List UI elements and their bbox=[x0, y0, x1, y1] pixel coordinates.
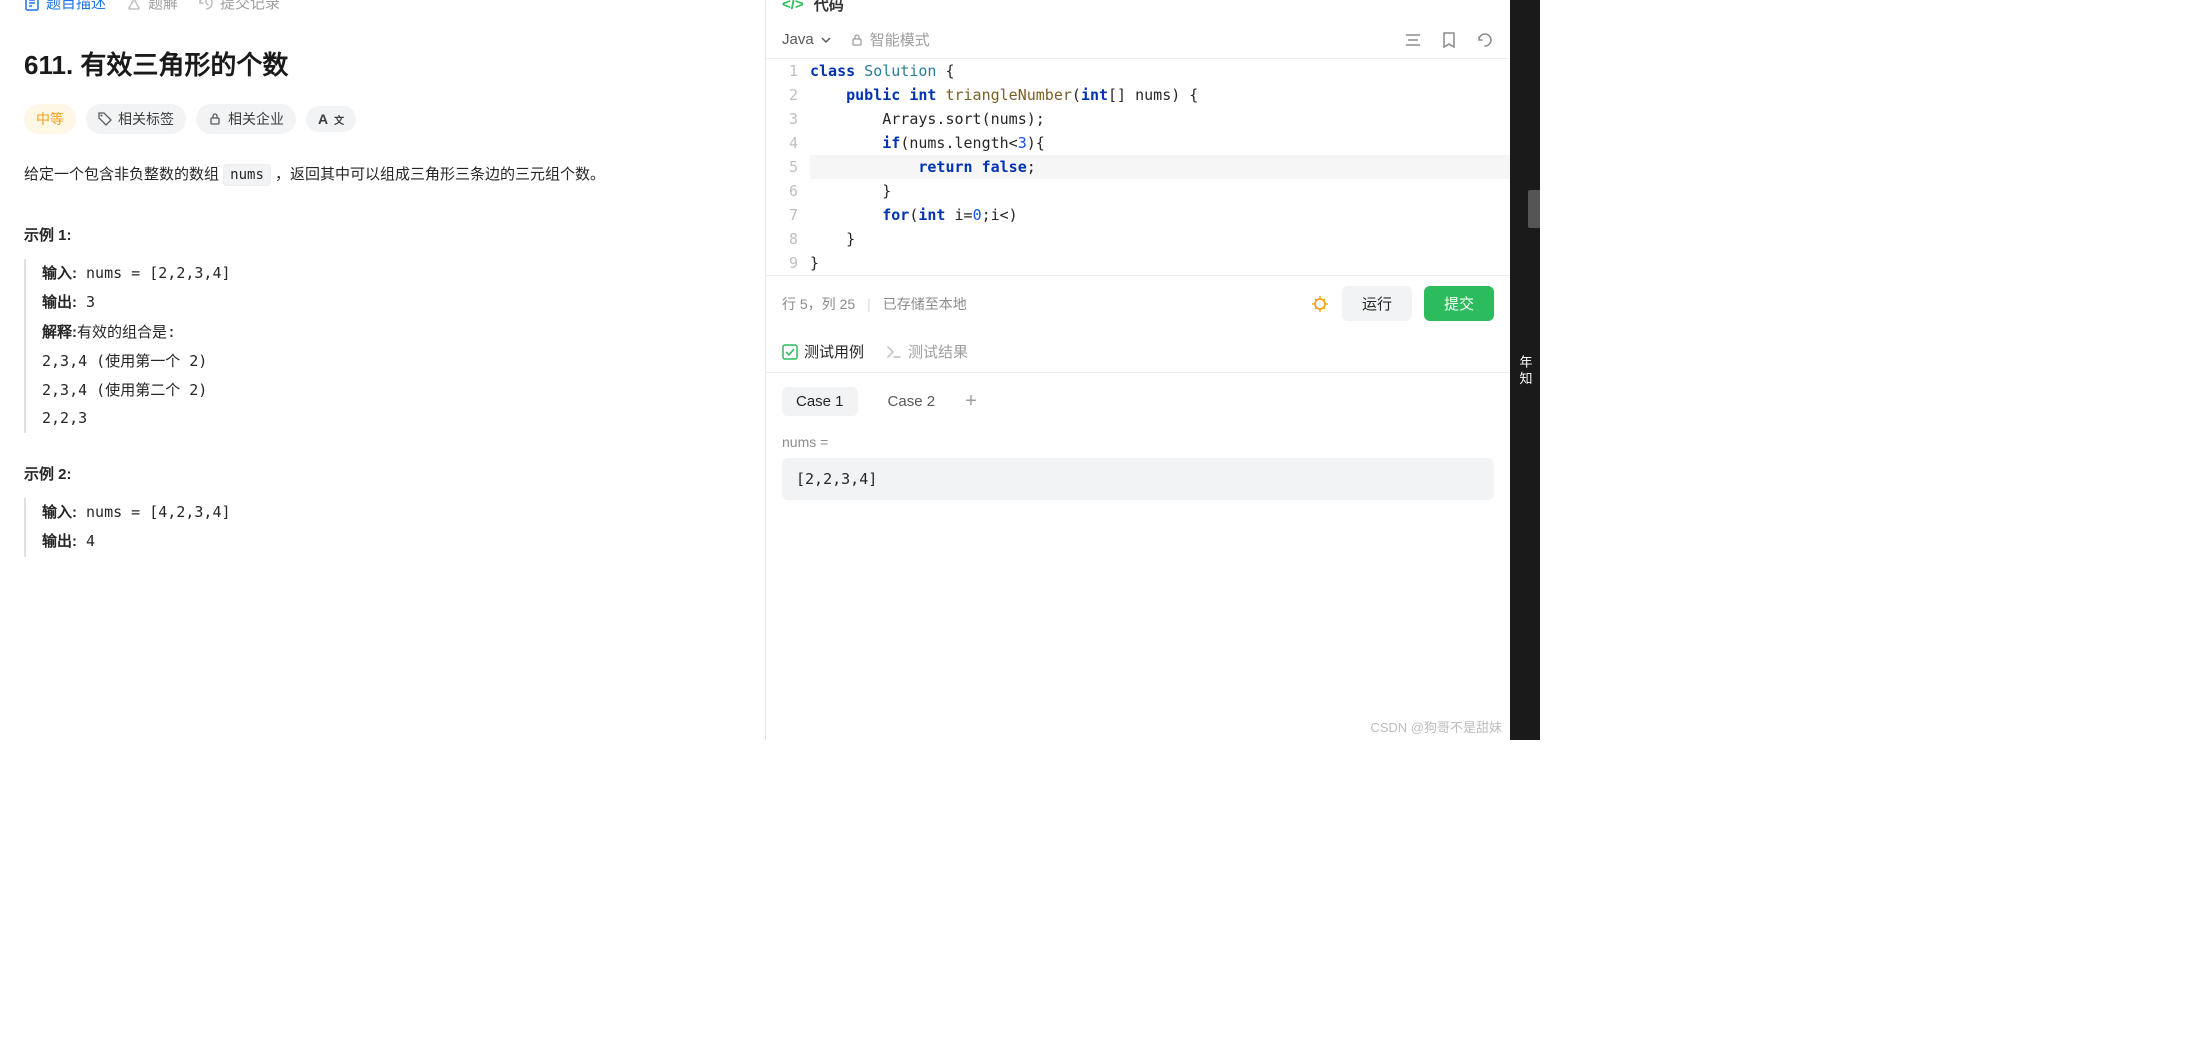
language-label: Java bbox=[782, 31, 814, 48]
debug-icon[interactable] bbox=[1310, 294, 1330, 314]
cursor-position: 行 5，列 25 bbox=[782, 294, 855, 314]
code-editor[interactable]: 123456789 class Solution { public int tr… bbox=[766, 59, 1510, 275]
code-toolbar: Java 智能模式 bbox=[766, 21, 1510, 59]
tags-chip[interactable]: 相关标签 bbox=[86, 104, 186, 134]
watermark: CSDN @狗哥不是甜妹 bbox=[1370, 717, 1502, 736]
code-header-label: 代码 bbox=[814, 0, 844, 15]
case-input-label: nums = bbox=[782, 434, 1494, 450]
scroll-indicator[interactable] bbox=[1528, 190, 1540, 228]
tab-submissions[interactable]: 提交记录 bbox=[198, 0, 280, 13]
problem-chips: 中等 相关标签 相关企业 A文 bbox=[24, 104, 741, 134]
code-header: </> 代码 bbox=[766, 0, 1510, 21]
tab-solution[interactable]: 题解 bbox=[126, 0, 178, 13]
companies-chip[interactable]: 相关企业 bbox=[196, 104, 296, 134]
font-size-chip[interactable]: A文 bbox=[306, 106, 356, 132]
tag-icon bbox=[98, 112, 112, 126]
difficulty-chip[interactable]: 中等 bbox=[24, 104, 76, 134]
font-icon-large: A bbox=[318, 111, 328, 127]
bookmark-icon[interactable] bbox=[1440, 31, 1458, 49]
submit-button[interactable]: 提交 bbox=[1424, 286, 1494, 321]
sidebar-right: 年 知 bbox=[1510, 0, 1540, 740]
problem-panel: 题目描述 题解 提交记录 611. 有效三角形的个数 中等 bbox=[0, 0, 765, 740]
code-panel: </> 代码 Java 智能模式 bbox=[765, 0, 1510, 740]
example-1-title: 示例 1: bbox=[24, 224, 741, 245]
example-2-block: 输入: nums = [4,2,3,4] 输出: 4 bbox=[24, 498, 741, 557]
example-2-title: 示例 2: bbox=[24, 463, 741, 484]
tab-submissions-label: 提交记录 bbox=[220, 0, 280, 13]
language-select[interactable]: Java bbox=[782, 31, 832, 48]
tab-description[interactable]: 题目描述 bbox=[24, 0, 106, 13]
description-icon bbox=[24, 0, 40, 11]
status-bar: 行 5，列 25 | 已存储至本地 运行 提交 bbox=[766, 275, 1510, 331]
chevron-down-icon bbox=[820, 34, 832, 46]
case-tab-1[interactable]: Case 1 bbox=[782, 387, 858, 416]
test-cases-label: 测试用例 bbox=[804, 341, 864, 362]
tab-solution-label: 题解 bbox=[148, 0, 178, 13]
code-icon: </> bbox=[782, 0, 804, 13]
case-tab-2[interactable]: Case 2 bbox=[874, 387, 950, 416]
gutter: 123456789 bbox=[766, 59, 810, 275]
add-case-button[interactable]: + bbox=[965, 390, 977, 413]
test-results-label: 测试结果 bbox=[908, 341, 968, 362]
left-tabs: 题目描述 题解 提交记录 bbox=[24, 0, 741, 21]
tab-test-cases[interactable]: 测试用例 bbox=[782, 341, 864, 362]
flask-icon bbox=[126, 0, 142, 11]
smart-mode-label: 智能模式 bbox=[870, 29, 930, 50]
case-input-value[interactable]: [2,2,3,4] bbox=[782, 458, 1494, 500]
terminal-icon bbox=[886, 344, 902, 360]
lock-icon bbox=[850, 33, 864, 47]
tab-description-label: 题目描述 bbox=[46, 0, 106, 13]
code-lines[interactable]: class Solution { public int triangleNumb… bbox=[810, 59, 1510, 275]
problem-description: 给定一个包含非负整数的数组 nums ，返回其中可以组成三角形三条边的三元组个数… bbox=[24, 162, 741, 188]
history-icon bbox=[198, 0, 214, 11]
run-button[interactable]: 运行 bbox=[1342, 286, 1412, 321]
difficulty-label: 中等 bbox=[36, 109, 64, 129]
problem-title: 611. 有效三角形的个数 bbox=[24, 45, 741, 82]
tags-label: 相关标签 bbox=[118, 109, 174, 129]
tab-test-results[interactable]: 测试结果 bbox=[886, 341, 968, 362]
format-icon[interactable] bbox=[1404, 31, 1422, 49]
example-1-block: 输入: nums = [2,2,3,4] 输出: 3 解释:有效的组合是: 2,… bbox=[24, 259, 741, 433]
check-square-icon bbox=[782, 344, 798, 360]
save-status: 已存储至本地 bbox=[883, 294, 967, 314]
lock-icon bbox=[208, 112, 222, 126]
inline-code-nums: nums bbox=[223, 164, 271, 186]
smart-mode[interactable]: 智能模式 bbox=[850, 29, 930, 50]
reset-icon[interactable] bbox=[1476, 31, 1494, 49]
companies-label: 相关企业 bbox=[228, 109, 284, 129]
test-tabs: 测试用例 测试结果 bbox=[766, 331, 1510, 373]
test-cases-area: Case 1 Case 2 + nums = [2,2,3,4] bbox=[766, 373, 1510, 514]
